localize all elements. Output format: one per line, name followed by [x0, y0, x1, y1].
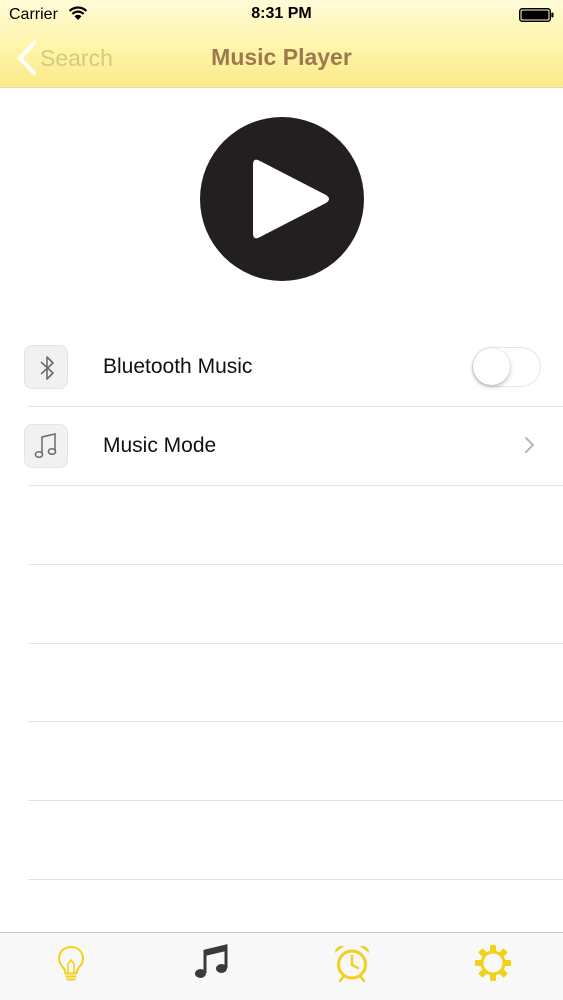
- tab-settings[interactable]: [471, 941, 515, 985]
- music-mode-label: Music Mode: [103, 434, 217, 457]
- play-button[interactable]: [200, 117, 364, 281]
- bluetooth-music-toggle[interactable]: [472, 347, 541, 387]
- status-time: 8:31 PM: [251, 5, 312, 22]
- page-title: Music Player: [211, 44, 352, 70]
- chevron-right-icon: [525, 437, 534, 453]
- tab-light[interactable]: [49, 941, 93, 985]
- lightbulb-icon: [57, 945, 85, 981]
- empty-row-separator: [28, 643, 563, 644]
- music-mode-row[interactable]: Music Mode: [0, 407, 563, 485]
- bluetooth-music-label: Bluetooth Music: [103, 355, 253, 378]
- music-note-icon: [34, 433, 57, 459]
- music-mode-icon-box: [24, 424, 68, 468]
- bluetooth-music-row: Bluetooth Music: [0, 328, 563, 406]
- alarm-clock-icon: [334, 945, 370, 983]
- status-bar: Carrier 8:31 PM: [0, 0, 563, 30]
- empty-row-separator: [28, 721, 563, 722]
- empty-row-separator: [28, 879, 563, 880]
- gear-icon: [475, 945, 511, 981]
- tab-alarm[interactable]: [330, 941, 374, 985]
- header: Carrier 8:31 PM Search Music Player: [0, 0, 563, 88]
- play-icon: [253, 159, 329, 239]
- empty-row-separator: [28, 564, 563, 565]
- battery-icon: [519, 8, 554, 22]
- toggle-knob: [473, 348, 510, 385]
- navigation-bar: Search Music Player: [0, 30, 563, 88]
- bluetooth-icon-box: [24, 345, 68, 389]
- music-note-icon: [195, 944, 228, 978]
- bluetooth-icon: [40, 356, 54, 380]
- tab-music[interactable]: [190, 941, 234, 985]
- empty-row-separator: [28, 800, 563, 801]
- row-separator: [28, 485, 563, 486]
- tab-bar: [0, 932, 563, 1000]
